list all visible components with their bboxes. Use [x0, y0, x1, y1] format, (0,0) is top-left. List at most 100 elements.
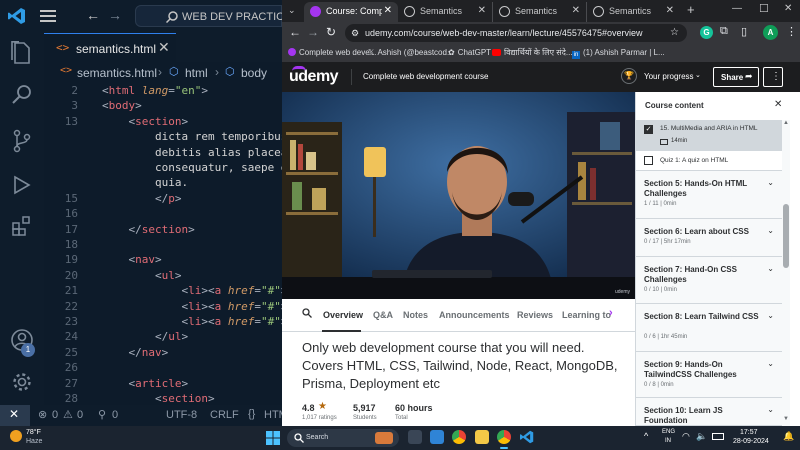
remote-button[interactable]: ✕: [0, 405, 30, 426]
eol-label[interactable]: CRLF: [210, 409, 239, 421]
file-explorer-icon[interactable]: [408, 430, 422, 444]
tab-announcements[interactable]: Announcements: [439, 310, 510, 320]
tab-notes[interactable]: Notes: [403, 310, 428, 320]
course-section[interactable]: Section 9: Hands-On TailwindCSS Challeng…: [636, 352, 782, 398]
tab-qa[interactable]: Q&A: [373, 310, 393, 320]
forward-arrow-icon[interactable]: →: [108, 7, 122, 23]
course-section[interactable]: Section 5: Hands-On HTML Challenges 1 / 1…: [636, 171, 782, 219]
menu-icon[interactable]: [40, 9, 56, 22]
code-line[interactable]: </nav>: [102, 346, 169, 359]
breadcrumb-body[interactable]: body: [241, 66, 267, 80]
volume-icon[interactable]: 🔈: [696, 431, 707, 442]
ratings-count[interactable]: 1,017 ratings: [302, 415, 337, 421]
error-icon[interactable]: ⊗: [38, 408, 47, 421]
bookmark-item[interactable]: Complete web deve...: [288, 47, 376, 59]
forward-arrow-icon[interactable]: →: [307, 25, 319, 39]
warning-icon[interactable]: ⚠: [63, 408, 73, 421]
error-count[interactable]: 0: [52, 409, 58, 421]
site-info-icon[interactable]: ⚙: [351, 24, 359, 42]
breadcrumb-html[interactable]: html: [185, 66, 208, 80]
grammarly-extension-icon[interactable]: G: [700, 26, 713, 39]
chrome-menu-icon[interactable]: ⋮: [786, 25, 797, 38]
tab-semantics-html[interactable]: <> semantics.html ✕: [44, 33, 176, 62]
browser-tab-course[interactable]: Course: Complete web ✕: [304, 2, 398, 22]
bookmark-star-icon[interactable]: ☆: [670, 24, 679, 42]
code-line[interactable]: </section>: [102, 223, 195, 236]
chrome-taskbar-icon[interactable]: [452, 430, 466, 444]
code-line[interactable]: <li><a href="#">A: [102, 315, 294, 328]
extensions-icon[interactable]: [10, 215, 34, 239]
more-options-button[interactable]: ⋮: [763, 67, 783, 87]
close-tab-icon[interactable]: ✕: [666, 2, 674, 20]
battery-icon[interactable]: [712, 433, 724, 440]
quiz-item[interactable]: Quiz 1: A quiz on HTML: [636, 151, 782, 171]
region-indicator[interactable]: IN: [665, 438, 671, 444]
address-bar[interactable]: ⚙ udemy.com/course/web-dev-master/learn/…: [345, 24, 687, 42]
explorer-icon[interactable]: [10, 41, 34, 65]
source-control-icon[interactable]: [10, 129, 34, 153]
weather-temp[interactable]: 78°F: [26, 429, 41, 436]
checkbox-unchecked-icon[interactable]: [644, 156, 653, 165]
code-line[interactable]: </ul>: [102, 330, 188, 343]
profile-avatar[interactable]: A: [763, 25, 778, 40]
back-arrow-icon[interactable]: ←: [86, 7, 100, 23]
notification-bell-icon[interactable]: 🔔: [783, 431, 794, 442]
your-progress-button[interactable]: Your progress: [644, 72, 694, 81]
chrome-active-taskbar-icon[interactable]: [497, 430, 511, 444]
scrollbar-thumb[interactable]: [783, 204, 789, 268]
code-line[interactable]: <li><a href="#">C: [102, 300, 294, 313]
show-hidden-icons-icon[interactable]: ^: [644, 431, 648, 441]
code-line[interactable]: <article>: [102, 377, 189, 390]
close-tab-icon[interactable]: ✕: [572, 2, 580, 20]
close-icon[interactable]: ✕: [158, 39, 170, 56]
code-line[interactable]: <body>: [102, 99, 142, 112]
search-icon[interactable]: [302, 308, 312, 318]
run-debug-icon[interactable]: [10, 173, 34, 197]
clock-time[interactable]: 17:57: [740, 429, 758, 436]
code-line[interactable]: <section>: [102, 115, 189, 128]
code-line[interactable]: <ul>: [102, 269, 182, 282]
browser-tab-semantics-2[interactable]: Semantics ✕: [492, 2, 586, 22]
share-button[interactable]: Share ➦: [713, 67, 759, 87]
course-section[interactable]: Section 10: Learn JS Foundation ⌄: [636, 398, 782, 426]
weather-desc[interactable]: Haze: [26, 438, 42, 445]
bookmark-item[interactable]: विद्यार्थियों के लिए संदे...: [492, 47, 573, 59]
course-section[interactable]: Section 8: Learn Tailwind CSS 0 / 6 | 1hr…: [636, 304, 782, 352]
tab-search-icon[interactable]: ⌄: [288, 5, 296, 16]
photos-app-icon[interactable]: [430, 430, 444, 444]
bookmark-item[interactable]: ✿ ChatGPT: [448, 47, 491, 59]
taskbar-search-box[interactable]: Search: [287, 429, 399, 447]
warning-count[interactable]: 0: [77, 409, 83, 421]
code-line[interactable]: <nav>: [102, 253, 162, 266]
tab-overview[interactable]: Overview: [323, 310, 363, 320]
maximize-icon[interactable]: ☐: [759, 2, 769, 15]
code-line[interactable]: consequatur, saepe ea: [102, 161, 294, 174]
scroll-down-arrow-icon[interactable]: ▼: [783, 416, 789, 422]
ports-count[interactable]: 0: [112, 409, 118, 421]
course-title[interactable]: Complete web development course: [363, 72, 488, 81]
checkbox-checked-icon[interactable]: ✓: [644, 125, 653, 134]
code-line[interactable]: <html lang="en">: [102, 84, 208, 97]
code-line[interactable]: </p>: [102, 192, 182, 205]
language-indicator[interactable]: ENG: [662, 429, 675, 435]
close-window-icon[interactable]: ✕: [784, 3, 792, 14]
tabs-scroll-right-icon[interactable]: ›: [609, 307, 613, 319]
video-player[interactable]: udemy: [282, 92, 635, 299]
minimize-icon[interactable]: —: [732, 3, 742, 14]
browser-tab-semantics-3[interactable]: Semantics ✕: [586, 2, 680, 22]
search-icon[interactable]: [10, 83, 34, 107]
extensions-puzzle-icon[interactable]: ⧉: [720, 25, 728, 38]
lecture-item-active[interactable]: ✓ 15. MultiMedia and ARIA in HTML 14min: [636, 120, 782, 151]
code-line[interactable]: quia.: [102, 176, 188, 189]
course-section[interactable]: Section 7: Hand-On CSS Challenges 0 / 10 …: [636, 257, 782, 304]
close-tab-icon[interactable]: ✕: [384, 2, 392, 20]
close-sidebar-icon[interactable]: ✕: [774, 99, 782, 110]
clock-date[interactable]: 28-09-2024: [733, 438, 769, 445]
command-center[interactable]: WEB DEV PRACTICE: [135, 5, 291, 27]
code-line[interactable]: debitis alias placeat: [102, 146, 294, 159]
code-line[interactable]: <li><a href="#">L: [102, 284, 294, 297]
bookmark-item[interactable]: 𝕏 Ashish (@beastcod...: [368, 47, 454, 59]
tab-learning-tools[interactable]: Learning to: [562, 310, 611, 320]
code-line[interactable]: dicta rem temporibus: [102, 130, 287, 143]
back-arrow-icon[interactable]: ←: [289, 25, 301, 39]
